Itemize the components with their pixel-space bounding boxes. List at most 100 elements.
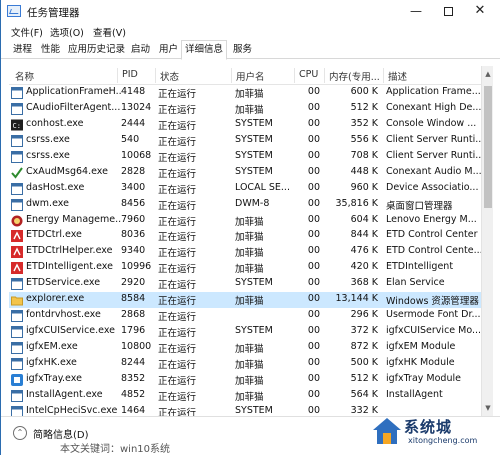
window-icon <box>11 150 23 163</box>
table-row[interactable]: csrss.exe 540 正在运行 SYSTEM 00 556 K Client Serv… <box>9 133 482 149</box>
table-row[interactable]: ETDCtrlHelper.exe 9340 正在运行 加菲猫 00 476 K ETD C… <box>9 244 482 260</box>
process-memory: 556 K <box>350 133 378 145</box>
table-row[interactable]: fontdrvhost.exe 2868 正在运行 00 296 K Usermode F… <box>9 308 481 324</box>
process-memory: 512 K <box>350 372 378 384</box>
column-divider[interactable] <box>117 68 118 83</box>
column-header-description[interactable]: 描述 <box>388 69 407 83</box>
process-username: 加菲猫 <box>235 248 264 260</box>
process-username: 加菲猫 <box>235 216 264 228</box>
process-pid: 8036 <box>121 229 146 241</box>
table-row[interactable]: ETDService.exe 2920 正在运行 SYSTEM 00 368 K Elan … <box>9 276 481 292</box>
fewer-details-link[interactable]: 简略信息(D) <box>33 426 89 441</box>
tab-services[interactable]: 服务 <box>230 42 255 59</box>
tab-app-history[interactable]: 应用历史记录 <box>65 42 128 59</box>
menu-bar: 文件(F) 选项(O) 查看(V) <box>1 24 500 40</box>
scroll-up-icon[interactable]: ▲ <box>484 69 492 79</box>
process-name: ETDIntelligent.exe <box>26 261 113 273</box>
process-username: 加菲猫 <box>235 104 264 116</box>
etd-icon <box>11 230 23 243</box>
tab-performance[interactable]: 性能 <box>38 42 63 59</box>
process-status: 正在运行 <box>158 152 197 164</box>
table-row[interactable]: Energy Manageme... 7960 正在运行 加菲猫 00 604 K Leno… <box>9 213 481 229</box>
process-description: Usermode Font Dr... <box>386 309 481 321</box>
window-icon <box>11 102 23 115</box>
tab-processes[interactable]: 进程 <box>10 42 35 59</box>
column-header-username[interactable]: 用户名 <box>236 69 265 83</box>
table-row[interactable]: igfxHK.exe 8244 正在运行 加菲猫 00 500 K igfxHK Modul… <box>9 356 481 372</box>
process-status: 正在运行 <box>158 232 197 244</box>
tab-startup[interactable]: 启动 <box>128 42 153 59</box>
table-row[interactable]: ETDCtrl.exe 8036 正在运行 加菲猫 00 844 K ETD Control… <box>9 228 481 244</box>
process-status: 正在运行 <box>158 89 197 100</box>
column-divider[interactable] <box>231 68 232 83</box>
process-pid: 2920 <box>121 277 146 289</box>
close-button[interactable]: ✕ <box>463 0 497 24</box>
column-header-name[interactable]: 名称 <box>15 69 34 83</box>
process-cpu: 00 <box>307 149 320 161</box>
menu-view[interactable]: 查看(V) <box>93 25 126 39</box>
process-description: Application Frame... <box>386 86 481 97</box>
tab-users[interactable]: 用户 <box>156 42 181 59</box>
process-memory: 564 K <box>350 388 378 400</box>
window-icon <box>11 310 23 323</box>
maximize-icon <box>443 7 453 16</box>
process-cpu: 00 <box>307 181 320 193</box>
table-row[interactable]: explorer.exe 8584 正在运行 加菲猫 00 13,144 K Windows… <box>9 292 481 309</box>
window-icon <box>11 182 23 195</box>
process-memory: 600 K <box>350 86 378 97</box>
window-icon <box>11 357 23 370</box>
window-icon <box>11 87 23 99</box>
process-description: Client Server Runti... <box>386 149 482 161</box>
column-divider[interactable] <box>324 68 325 83</box>
tab-details[interactable]: 详细信息 <box>181 40 228 60</box>
column-divider[interactable] <box>294 68 295 83</box>
column-header-pid[interactable]: PID <box>122 69 138 80</box>
table-row[interactable]: dwm.exe 8456 正在运行 DWM-8 00 35,816 K 桌面窗口管理器 <box>9 197 481 213</box>
chevron-up-icon[interactable]: ⌃ <box>13 426 27 440</box>
process-memory: 372 K <box>350 325 378 337</box>
table-row[interactable]: csrss.exe 10068 正在运行 SYSTEM 00 708 K Client Se… <box>9 149 482 165</box>
table-row[interactable]: InstallAgent.exe 4852 正在运行 加菲猫 00 564 K Instal… <box>9 388 481 404</box>
process-status: 正在运行 <box>158 407 197 416</box>
table-row[interactable]: igfxEM.exe 10800 正在运行 加菲猫 00 872 K igfxEM Modu… <box>9 340 481 356</box>
column-divider[interactable] <box>155 68 156 83</box>
process-status: 正在运行 <box>158 328 197 340</box>
process-description: ETD Control Center <box>386 229 478 241</box>
table-row[interactable]: CxAudMsg64.exe 2828 正在运行 SYSTEM 00 448 K Conex… <box>9 165 482 181</box>
watermark-text: 系统城 <box>404 418 453 436</box>
column-divider[interactable] <box>383 68 384 83</box>
menu-options[interactable]: 选项(O) <box>50 25 84 39</box>
table-row[interactable]: ETDIntelligent.exe 10996 正在运行 加菲猫 00 420 K ETD… <box>9 260 481 276</box>
process-username: SYSTEM <box>235 149 273 161</box>
etd-icon <box>11 262 23 275</box>
table-row[interactable]: dasHost.exe 3400 正在运行 LOCAL SE... 00 960 K Dev… <box>9 181 481 197</box>
process-username: DWM-8 <box>235 197 270 209</box>
process-name: igfxTray.exe <box>26 372 82 384</box>
maximize-button[interactable] <box>431 0 465 24</box>
column-header-cpu[interactable]: CPU <box>299 69 318 80</box>
process-description: igfxEM Module <box>386 341 456 352</box>
title-bar[interactable]: 任务管理器 — ✕ <box>1 0 500 24</box>
table-header: ^ 名称 PID 状态 用户名 CPU 内存(专用... 描述 <box>9 66 481 85</box>
process-pid: 10068 <box>121 149 152 161</box>
process-description: Elan Service <box>386 277 445 289</box>
table-row[interactable]: C: conhost.exe 2444 正在运行 SYSTEM 00 352 K Consol… <box>9 117 481 133</box>
process-status: 正在运行 <box>158 280 197 292</box>
process-memory: 604 K <box>350 213 378 225</box>
process-name: CxAudMsg64.exe <box>26 165 108 177</box>
process-pid: 10800 <box>121 341 152 352</box>
process-status: 正在运行 <box>158 168 197 180</box>
minimize-button[interactable]: — <box>399 0 433 24</box>
vertical-scrollbar[interactable]: ▲ ▼ <box>481 66 493 416</box>
menu-file[interactable]: 文件(F) <box>11 25 43 39</box>
process-cpu: 00 <box>307 325 320 337</box>
table-row[interactable]: igfxTray.exe 8352 正在运行 加菲猫 00 512 K igfxTray M… <box>9 372 481 388</box>
table-row[interactable]: igfxCUIService.exe 1796 正在运行 SYSTEM 00 372 K i… <box>9 324 481 340</box>
column-header-memory[interactable]: 内存(专用... <box>329 69 380 83</box>
scrollbar-thumb[interactable] <box>484 86 492 208</box>
process-memory: 708 K <box>350 149 378 161</box>
column-header-status[interactable]: 状态 <box>160 69 179 83</box>
process-cpu: 00 <box>307 309 320 321</box>
table-row[interactable]: ApplicationFrameH... 4148 正在运行 加菲猫 00 600 K Ap… <box>9 85 481 101</box>
table-row[interactable]: CAudioFilterAgent... 13024 正在运行 加菲猫 00 512 K C… <box>9 101 481 117</box>
